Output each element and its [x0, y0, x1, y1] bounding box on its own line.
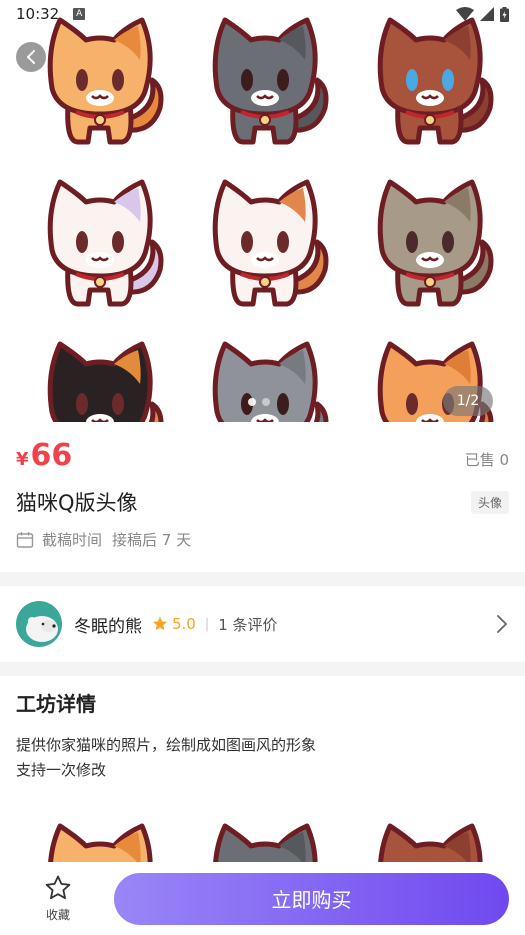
gray-cat-illustration: [212, 17, 329, 145]
cat-row: [30, 10, 500, 150]
page-dot: [262, 398, 270, 406]
category-tag: 头像: [470, 490, 509, 514]
section-divider: [0, 572, 525, 586]
title-row: 猫咪Q版头像 头像: [16, 487, 509, 517]
separator: |: [204, 616, 210, 632]
calico-cat-illustration: [212, 179, 329, 307]
cat-row: [30, 172, 500, 312]
status-bar: 10:32 A: [0, 0, 525, 28]
workshop-details: 工坊详情 提供你家猫咪的照片，绘制成如图画风的形象 支持一次修改: [0, 676, 525, 876]
chevron-right-icon[interactable]: [495, 614, 509, 634]
details-description: 提供你家猫咪的照片，绘制成如图画风的形象 支持一次修改: [16, 733, 509, 783]
price-row: ¥ 66 已售 0: [16, 438, 509, 473]
product-gallery[interactable]: 1/2: [0, 0, 525, 422]
signal-icon: [480, 7, 494, 21]
page-dots: [248, 398, 270, 406]
seller-name: 冬眠的熊: [74, 616, 142, 637]
deadline-label: 截稿时间: [42, 531, 103, 549]
silver-cat-illustration: [212, 341, 329, 422]
cat-row: [30, 334, 500, 422]
orange-cat-illustration: [47, 17, 164, 145]
details-line: 提供你家猫咪的照片，绘制成如图画风的形象: [16, 736, 317, 754]
notification-icon: A: [73, 8, 86, 20]
back-button[interactable]: [16, 42, 46, 72]
calendar-icon: [16, 531, 34, 548]
buy-now-button[interactable]: 立即购买: [114, 872, 509, 925]
star-outline-icon: [45, 875, 71, 900]
currency-symbol: ¥: [16, 449, 29, 470]
brown-cat-illustration: [377, 17, 494, 145]
cat-grid: [30, 10, 500, 422]
status-time: 10:32: [16, 5, 60, 23]
deadline-row: 截稿时间 接稿后 7 天: [16, 529, 509, 550]
chevron-left-icon: [27, 50, 35, 64]
seller-rating: 5.0: [172, 615, 196, 633]
white-cat-illustration: [47, 179, 164, 307]
favorite-button[interactable]: 收藏: [34, 874, 82, 923]
bottom-action-bar: 收藏 立即购买: [0, 862, 525, 935]
wifi-icon: [456, 7, 474, 21]
battery-icon: [500, 6, 509, 22]
review-count: 1 条评价: [218, 615, 278, 634]
deadline-value: 接稿后 7 天: [112, 531, 192, 549]
star-icon: [152, 616, 168, 631]
favorite-label: 收藏: [45, 908, 70, 922]
details-line: 支持一次修改: [16, 761, 107, 779]
section-divider: [0, 662, 525, 676]
page-dot-active: [248, 398, 256, 406]
image-counter: 1/2: [443, 386, 493, 416]
tabby-cat-illustration: [377, 179, 494, 307]
price: 66: [30, 438, 73, 473]
product-title: 猫咪Q版头像: [16, 491, 138, 515]
status-icons: [456, 6, 509, 22]
black-cat-illustration: [47, 341, 164, 422]
avatar[interactable]: [16, 601, 62, 647]
polar-bear-avatar: [16, 601, 62, 647]
seller-row[interactable]: 冬眠的熊 5.0 | 1 条评价: [0, 586, 525, 662]
details-title: 工坊详情: [16, 692, 96, 716]
product-info: ¥ 66 已售 0 猫咪Q版头像 头像 截稿时间 接稿后 7 天: [0, 422, 525, 572]
sold-count: 已售 0: [464, 451, 509, 469]
